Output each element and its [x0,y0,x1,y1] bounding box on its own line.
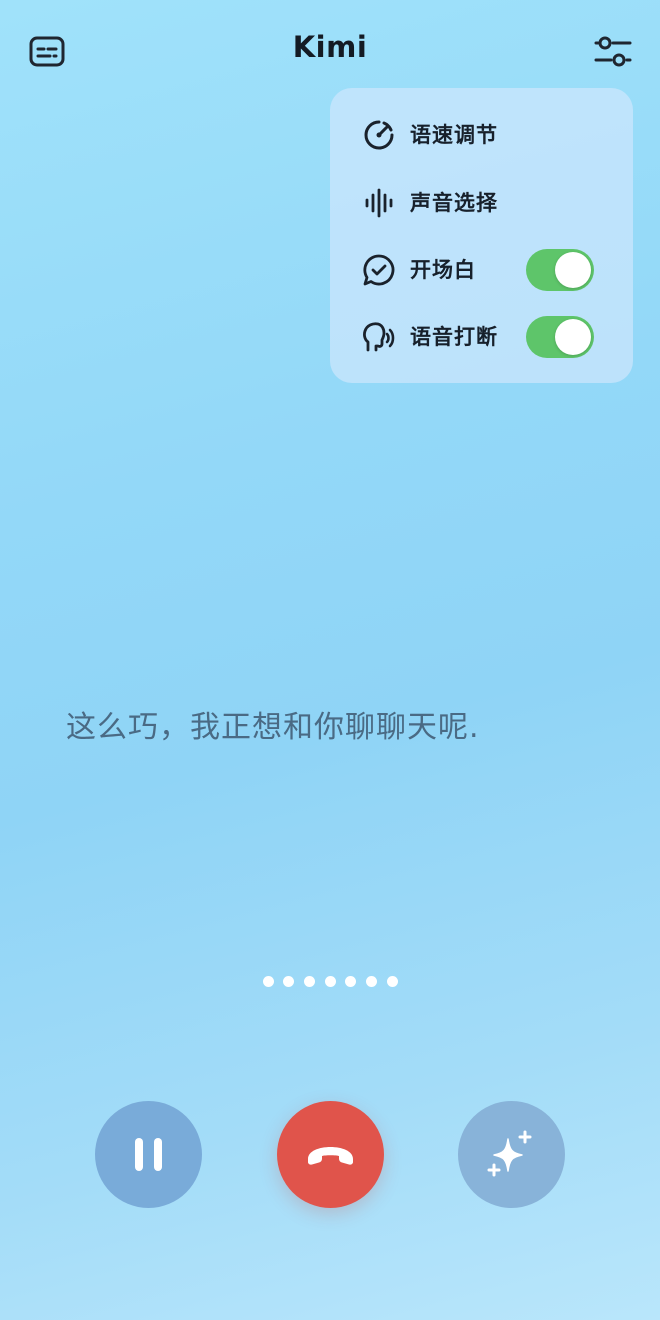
sliders-icon [594,36,632,67]
pagination-dot [263,976,274,987]
menu-item-label: 语音打断 [410,325,498,349]
opening-toggle[interactable] [526,249,594,291]
pause-button[interactable] [95,1101,202,1208]
settings-button[interactable] [592,32,634,72]
menu-item-label: 语速调节 [410,123,498,147]
hang-up-button[interactable] [277,1101,384,1208]
magic-button[interactable] [458,1101,565,1208]
sparkles-icon [487,1130,532,1177]
toggle-knob [555,319,591,355]
subtitles-icon [29,36,65,67]
sound-wave-icon [365,188,393,218]
settings-menu: 语速调节 声音选择 开场白 语音打断 [330,88,633,383]
transcript-text: 这么巧，我正想和你聊聊天呢. [66,710,480,745]
page-title: Kimi [292,30,368,64]
pagination-dots [258,976,408,990]
pagination-dot [345,976,356,987]
pagination-dot [366,976,377,987]
menu-item-voice[interactable]: 声音选择 [330,172,633,232]
menu-item-opening: 开场白 [330,239,633,299]
menu-item-speed[interactable]: 语速调节 [330,104,633,164]
menu-item-interrupt: 语音打断 [330,306,633,366]
pagination-dot [304,976,315,987]
pause-icon [135,1138,162,1171]
speed-gauge-icon [364,120,394,150]
interrupt-toggle[interactable] [526,316,594,358]
chat-check-icon [363,254,395,286]
subtitles-button[interactable] [28,34,66,70]
toggle-knob [555,252,591,288]
pagination-dot [283,976,294,987]
speaking-head-icon [363,322,395,352]
menu-item-label: 开场白 [410,258,476,282]
hang-up-phone-icon [308,1147,353,1165]
menu-item-label: 声音选择 [410,191,498,215]
pagination-dot [325,976,336,987]
pagination-dot [387,976,398,987]
